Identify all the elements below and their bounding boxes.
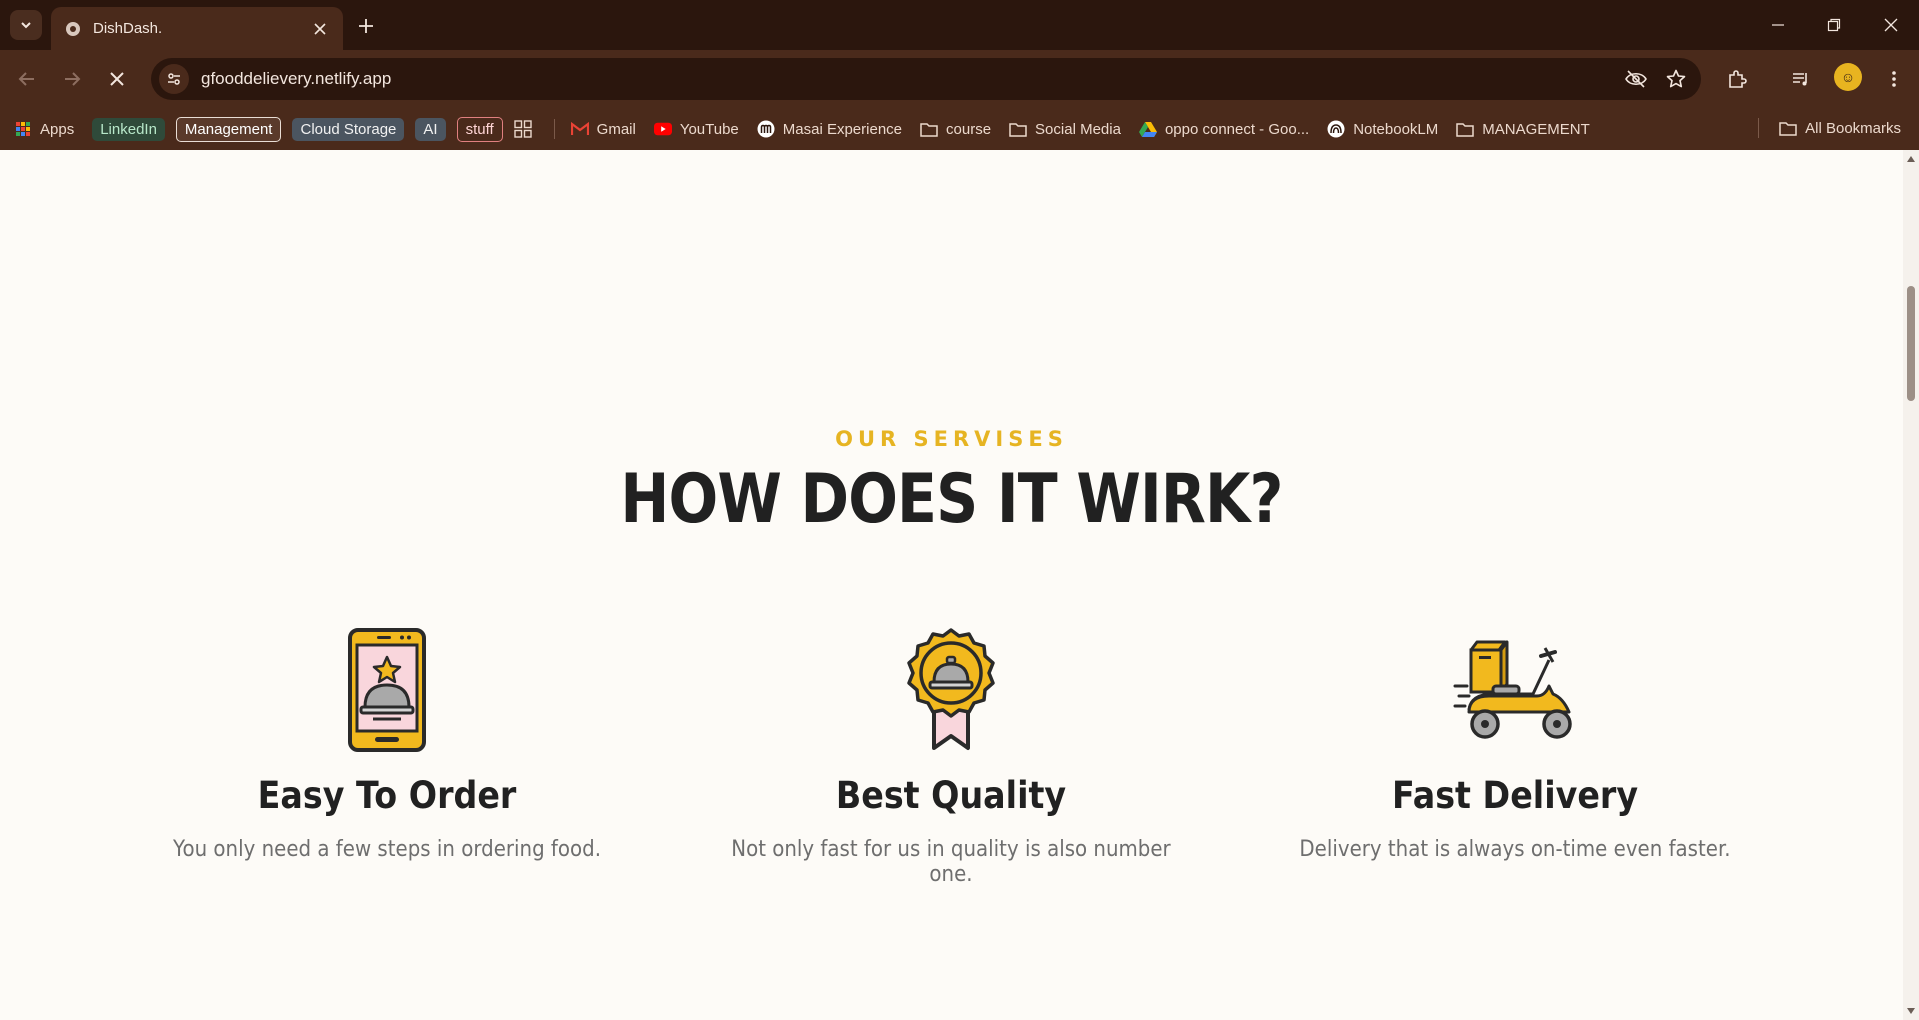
- bookmark-group-management[interactable]: Management: [175, 116, 282, 142]
- tune-icon: [168, 73, 180, 85]
- bookmark-label: course: [946, 120, 992, 138]
- bookmark-label: Gmail: [596, 120, 636, 138]
- tab-title: DishDash.: [93, 20, 163, 37]
- bookmark-folder-course[interactable]: course: [920, 120, 991, 138]
- gmail-icon: [570, 120, 589, 138]
- close-tab-icon[interactable]: [311, 20, 329, 38]
- bookmark-label: NotebookLM: [1353, 120, 1439, 138]
- more-vertical-icon: [1892, 71, 1896, 87]
- bookmarks-divider: [1758, 118, 1760, 138]
- active-tab[interactable]: DishDash.: [51, 7, 343, 50]
- arrow-right-icon: [65, 72, 81, 86]
- tab-search-button[interactable]: [10, 10, 42, 40]
- restore-icon: [1827, 18, 1841, 32]
- notebooklm-icon: [1327, 120, 1345, 138]
- page-content: OUR SERVISES HOW DOES IT WIRK? Easy To O…: [0, 150, 1903, 1020]
- playlist-icon: [1793, 73, 1807, 86]
- minimize-icon: [1772, 24, 1784, 26]
- card-title: Fast Delivery: [1391, 774, 1639, 817]
- masai-logo-icon: [757, 120, 775, 138]
- browser-menu-button[interactable]: [1879, 64, 1909, 94]
- page-scrollbar[interactable]: [1903, 150, 1919, 1020]
- bookmark-label: Masai Experience: [782, 120, 903, 138]
- service-card-best-quality: Best Quality Not only fast for us in qua…: [691, 620, 1211, 887]
- close-icon: [110, 72, 124, 86]
- bookmark-folder-management[interactable]: MANAGEMENT: [1456, 120, 1590, 138]
- bookmark-apps[interactable]: Apps: [14, 120, 74, 138]
- back-button[interactable]: [12, 64, 42, 94]
- extensions-button[interactable]: [1722, 64, 1752, 94]
- chevron-down-icon: [21, 22, 31, 29]
- profile-avatar[interactable]: ☺: [1834, 63, 1862, 91]
- bookmark-label: YouTube: [679, 120, 739, 138]
- bookmark-label: MANAGEMENT: [1482, 120, 1590, 138]
- all-bookmarks-label: All Bookmarks: [1805, 119, 1901, 137]
- card-description: Delivery that is always on-time even fas…: [1299, 837, 1731, 862]
- bookmark-group-cloud-storage[interactable]: Cloud Storage: [292, 117, 405, 141]
- bookmark-masai[interactable]: Masai Experience: [757, 120, 902, 138]
- plus-icon: [359, 19, 373, 33]
- section-title: HOW DOES IT WIRK?: [620, 460, 1283, 539]
- bookmark-star-icon[interactable]: [1661, 64, 1691, 94]
- media-controls-button[interactable]: [1786, 64, 1816, 94]
- scroll-up-arrow-icon[interactable]: [1906, 154, 1916, 164]
- scroll-down-arrow-icon[interactable]: [1906, 1006, 1916, 1016]
- bookmark-label: Apps: [40, 120, 75, 138]
- card-title: Easy To Order: [257, 774, 517, 817]
- bookmark-label: Social Media: [1035, 120, 1121, 138]
- google-drive-icon: [1138, 120, 1157, 138]
- close-icon: [1884, 18, 1898, 32]
- url-text[interactable]: gfooddelievery.netlify.app: [201, 69, 1621, 89]
- close-window-button[interactable]: [1875, 10, 1907, 40]
- youtube-icon: [653, 120, 672, 138]
- bookmark-folder-social-media[interactable]: Social Media: [1009, 120, 1121, 138]
- bookmark-notebooklm[interactable]: NotebookLM: [1327, 120, 1438, 138]
- folder-icon: [920, 120, 938, 138]
- bookmarks-divider: [553, 119, 555, 139]
- site-info-button[interactable]: [159, 64, 189, 94]
- site-favicon-icon: [66, 21, 80, 36]
- card-description: Not only fast for us in quality is also …: [731, 837, 1171, 887]
- puzzle-icon: [1729, 70, 1747, 88]
- bookmarks-bar: Apps LinkedIn Management Cloud Storage A…: [0, 108, 1919, 150]
- bookmark-label: oppo connect - Goo...: [1164, 120, 1310, 138]
- service-card-fast-delivery: Fast Delivery Delivery that is always on…: [1255, 620, 1775, 862]
- forward-button[interactable]: [57, 64, 87, 94]
- eye-off-icon[interactable]: [1621, 64, 1651, 94]
- bookmark-oppo-connect[interactable]: oppo connect - Goo...: [1138, 120, 1310, 138]
- minimize-button[interactable]: [1762, 10, 1794, 40]
- browser-toolbar: gfooddelievery.netlify.app ☺: [0, 50, 1919, 108]
- bookmark-gmail[interactable]: Gmail: [570, 120, 636, 138]
- section-eyebrow: OUR SERVISES: [835, 427, 1068, 451]
- tab-groups-icon[interactable]: [513, 120, 532, 138]
- delivery-scooter-icon: [1453, 640, 1572, 739]
- quality-badge-icon: [907, 628, 995, 750]
- bookmark-youtube[interactable]: YouTube: [653, 120, 739, 138]
- folder-icon: [1456, 120, 1475, 138]
- apps-grid-icon: [14, 120, 32, 138]
- address-bar[interactable]: gfooddelievery.netlify.app: [151, 58, 1701, 100]
- bookmark-group-ai[interactable]: AI: [415, 117, 446, 141]
- card-description: You only need a few steps in ordering fo…: [172, 837, 601, 862]
- card-title: Best Quality: [835, 774, 1067, 817]
- stop-loading-button[interactable]: [102, 64, 132, 94]
- restore-button[interactable]: [1818, 10, 1850, 40]
- bookmark-group-stuff[interactable]: stuff: [456, 116, 503, 142]
- new-tab-button[interactable]: [352, 12, 380, 40]
- folder-icon: [1779, 120, 1797, 136]
- arrow-left-icon: [18, 72, 34, 86]
- scrollbar-thumb[interactable]: [1907, 286, 1915, 401]
- folder-icon: [1009, 120, 1027, 138]
- service-card-easy-order: Easy To Order You only need a few steps …: [127, 620, 647, 862]
- tab-strip: DishDash.: [0, 0, 1919, 50]
- bookmark-group-linkedin[interactable]: LinkedIn: [92, 117, 165, 141]
- phone-order-icon: [348, 628, 426, 752]
- all-bookmarks-button[interactable]: All Bookmarks: [1754, 118, 1901, 138]
